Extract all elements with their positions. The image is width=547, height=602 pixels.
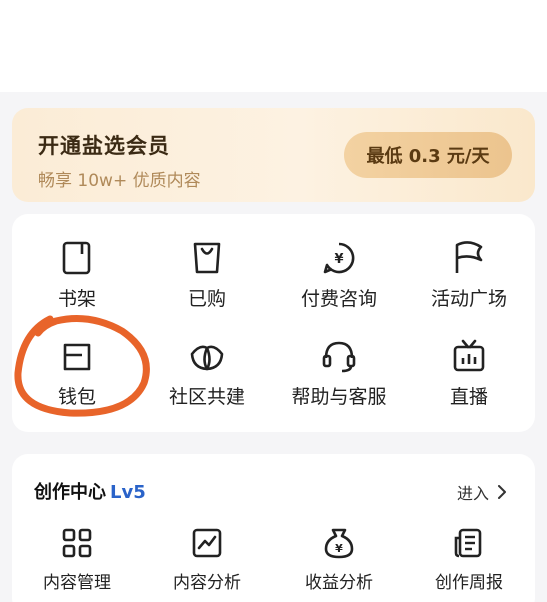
service-label: 已购 — [187, 288, 226, 310]
top-blank-area — [0, 0, 547, 92]
svg-text:¥: ¥ — [334, 252, 343, 267]
service-item-wallet[interactable]: 钱包 — [12, 338, 142, 409]
service-label: 活动广场 — [430, 288, 507, 310]
chart-icon — [192, 528, 222, 558]
bookshelf-icon — [62, 241, 91, 275]
service-label: 付费咨询 — [300, 288, 377, 310]
creation-label: 内容分析 — [173, 573, 241, 593]
creation-enter-link[interactable]: 进入 — [457, 480, 507, 504]
service-item-live[interactable]: 直播 — [404, 338, 534, 409]
enter-label: 进入 — [456, 484, 489, 503]
service-label: 帮助与客服 — [291, 386, 387, 408]
creation-label: 收益分析 — [305, 573, 373, 593]
vip-subtitle: 畅享 10w+ 优质内容 — [38, 171, 201, 191]
flag-icon — [455, 241, 483, 273]
tv-icon — [453, 339, 485, 372]
report-icon — [454, 528, 482, 558]
leaf-icon — [190, 345, 224, 371]
service-item-purchased[interactable]: 已购 — [142, 240, 272, 311]
creation-title: 创作中心 Lv5 — [34, 478, 146, 504]
chevron-right-icon — [498, 485, 506, 499]
creation-center-card: 创作中心 Lv5 进入 内容管理 内容分析 ¥ 收益分析 创作周报 — [12, 454, 535, 602]
service-item-community[interactable]: 社区共建 — [142, 338, 272, 409]
creation-item-content-manage[interactable]: 内容管理 — [12, 526, 142, 593]
service-label: 社区共建 — [168, 386, 245, 408]
service-label: 直播 — [449, 386, 488, 408]
creation-label: 创作周报 — [435, 573, 503, 593]
paid-consult-icon: ¥ — [323, 242, 355, 274]
vip-title: 开通盐选会员 — [38, 134, 170, 158]
creation-title-text: 创作中心 — [34, 482, 106, 503]
creation-level-badge: Lv5 — [110, 482, 146, 503]
headset-icon — [322, 341, 356, 373]
money-bag-icon: ¥ — [324, 528, 354, 559]
wallet-icon — [63, 343, 91, 371]
grid-icon — [62, 528, 92, 558]
service-item-bookshelf[interactable]: 书架 — [12, 240, 142, 311]
service-item-help[interactable]: 帮助与客服 — [274, 338, 404, 409]
svg-text:¥: ¥ — [335, 542, 343, 555]
vip-price-button[interactable]: 最低 0.3 元/天 — [344, 132, 512, 178]
services-card: 书架 已购 ¥ 付费咨询 活动广场 钱包 社区共建 帮助与客服 直播 — [12, 214, 535, 432]
creation-item-weekly-report[interactable]: 创作周报 — [404, 526, 534, 593]
service-item-paid-consult[interactable]: ¥ 付费咨询 — [274, 240, 404, 311]
service-label: 书架 — [57, 288, 96, 310]
service-label: 钱包 — [57, 386, 96, 408]
creation-item-content-analysis[interactable]: 内容分析 — [142, 526, 272, 593]
creation-label: 内容管理 — [43, 573, 111, 593]
creation-item-revenue-analysis[interactable]: ¥ 收益分析 — [274, 526, 404, 593]
shopping-bag-icon — [193, 242, 221, 274]
vip-banner[interactable]: 开通盐选会员 畅享 10w+ 优质内容 最低 0.3 元/天 — [12, 108, 535, 202]
service-item-activity[interactable]: 活动广场 — [404, 240, 534, 311]
